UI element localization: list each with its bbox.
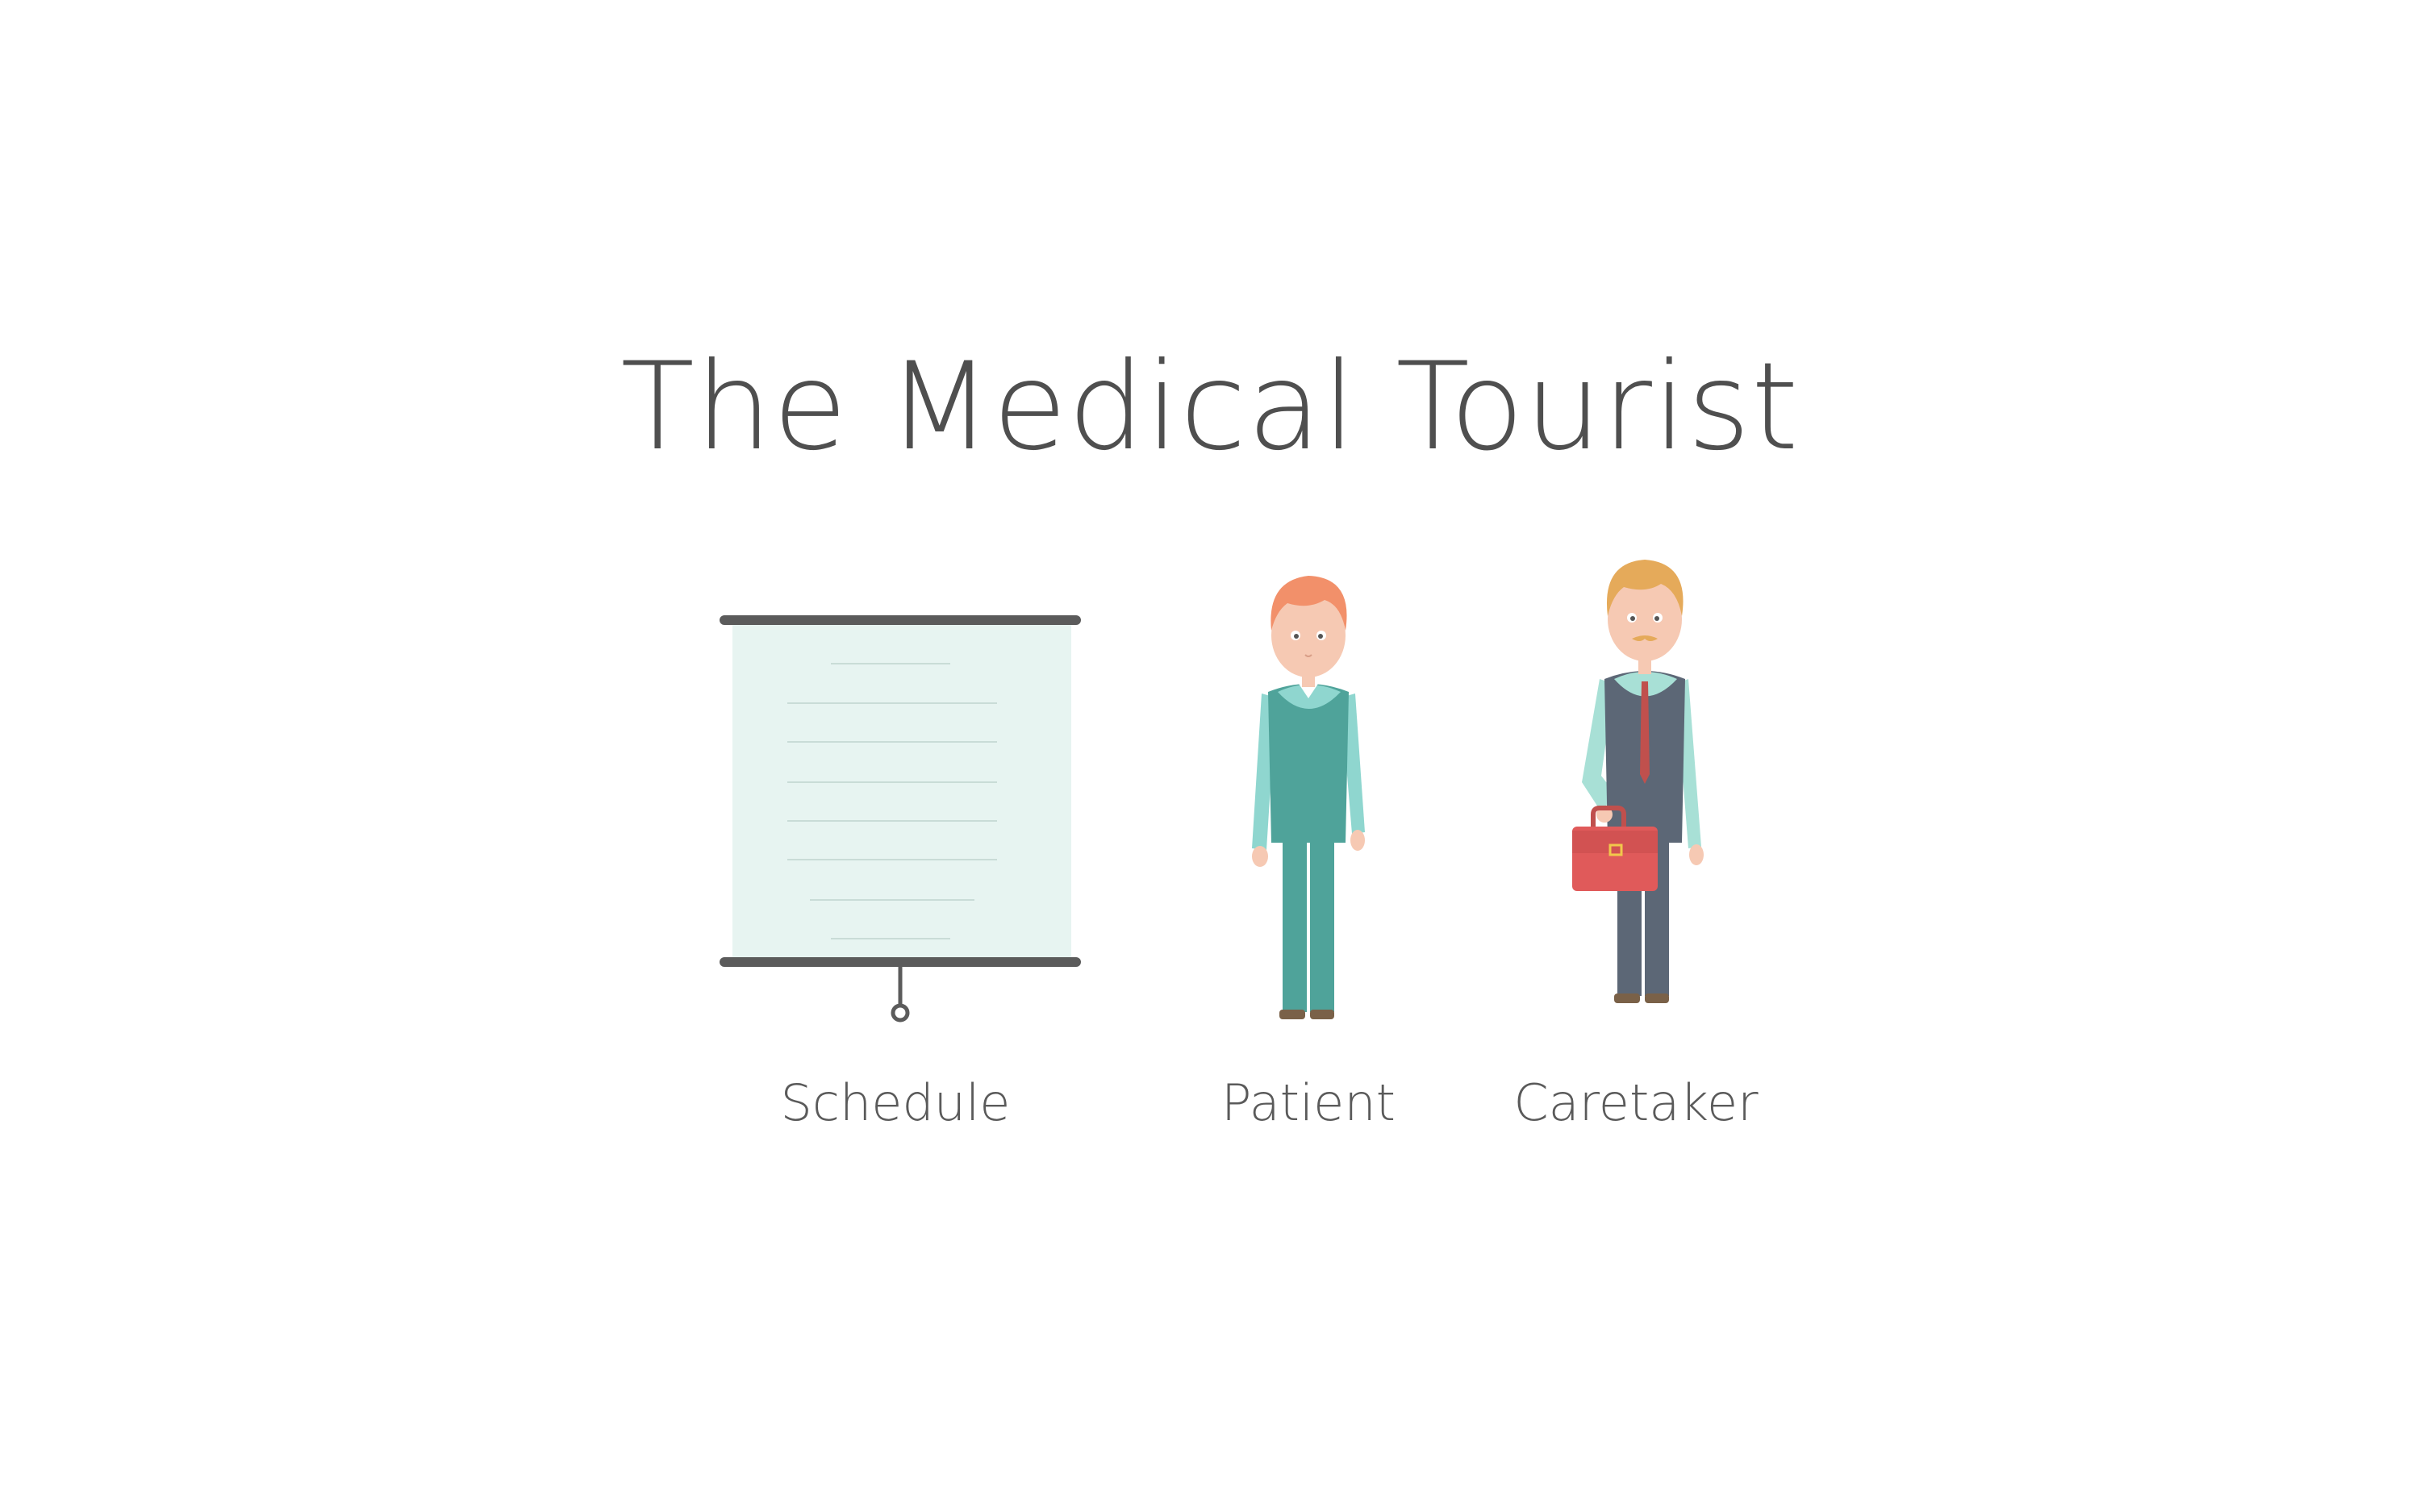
schedule-label: Schedule (780, 1073, 1011, 1132)
patient-label: Patient (1221, 1073, 1396, 1132)
projector-screen-icon (718, 613, 1089, 1032)
page-title: The Medical Tourist (620, 337, 1800, 477)
patient-figure-icon (1234, 556, 1379, 1040)
caretaker-figure-icon (1569, 548, 1722, 1040)
caretaker-label: Caretaker (1513, 1073, 1759, 1132)
